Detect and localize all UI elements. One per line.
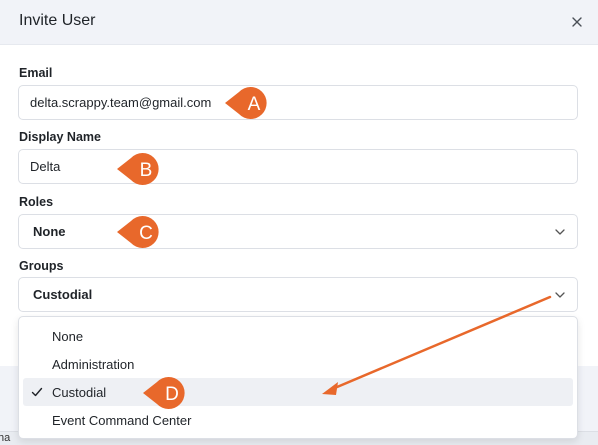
option-label: Custodial xyxy=(52,385,107,400)
option-label: None xyxy=(52,329,84,344)
svg-text:A: A xyxy=(248,94,261,115)
annotation-badge-b: B xyxy=(117,153,159,185)
annotation-badge-a: A xyxy=(225,87,267,119)
dialog-title: Invite User xyxy=(19,12,96,29)
email-field[interactable]: delta.scrappy.team@gmail.com xyxy=(18,85,578,120)
display-name-label: Display Name xyxy=(19,130,101,144)
display-name-field[interactable]: Delta xyxy=(18,149,578,184)
footer-text: ha xyxy=(0,432,11,444)
groups-option-administration[interactable]: Administration xyxy=(23,350,573,378)
close-icon xyxy=(572,17,582,27)
groups-label: Groups xyxy=(19,259,64,273)
svg-text:C: C xyxy=(139,223,153,244)
option-label: Event Command Center xyxy=(52,413,192,428)
checkmark-icon xyxy=(31,387,43,397)
roles-label: Roles xyxy=(19,195,54,209)
groups-selected-value: Custodial xyxy=(33,287,93,302)
groups-option-event-command-center[interactable]: Event Command Center xyxy=(23,406,573,434)
chevron-down-icon xyxy=(555,229,565,235)
chevron-down-icon xyxy=(555,292,565,298)
svg-text:B: B xyxy=(140,160,153,181)
roles-selected-value: None xyxy=(33,224,66,239)
annotation-badge-d: D xyxy=(143,377,185,409)
display-name-value: Delta xyxy=(30,159,61,174)
email-label: Email xyxy=(19,66,53,80)
option-label: Administration xyxy=(52,357,135,372)
groups-select[interactable]: Custodial xyxy=(18,277,578,312)
groups-dropdown-menu: None Administration Custodial Event Comm… xyxy=(18,316,578,439)
groups-option-custodial[interactable]: Custodial xyxy=(23,378,573,406)
dialog-header: Invite User xyxy=(0,0,598,45)
annotation-badge-c: C xyxy=(117,216,159,248)
email-value: delta.scrappy.team@gmail.com xyxy=(30,95,212,110)
invite-user-dialog: Invite User Email delta.scrappy.team@gma… xyxy=(0,0,598,445)
close-button[interactable] xyxy=(566,11,588,33)
svg-text:D: D xyxy=(165,384,179,405)
groups-option-none[interactable]: None xyxy=(23,322,573,350)
roles-select[interactable]: None xyxy=(18,214,578,249)
